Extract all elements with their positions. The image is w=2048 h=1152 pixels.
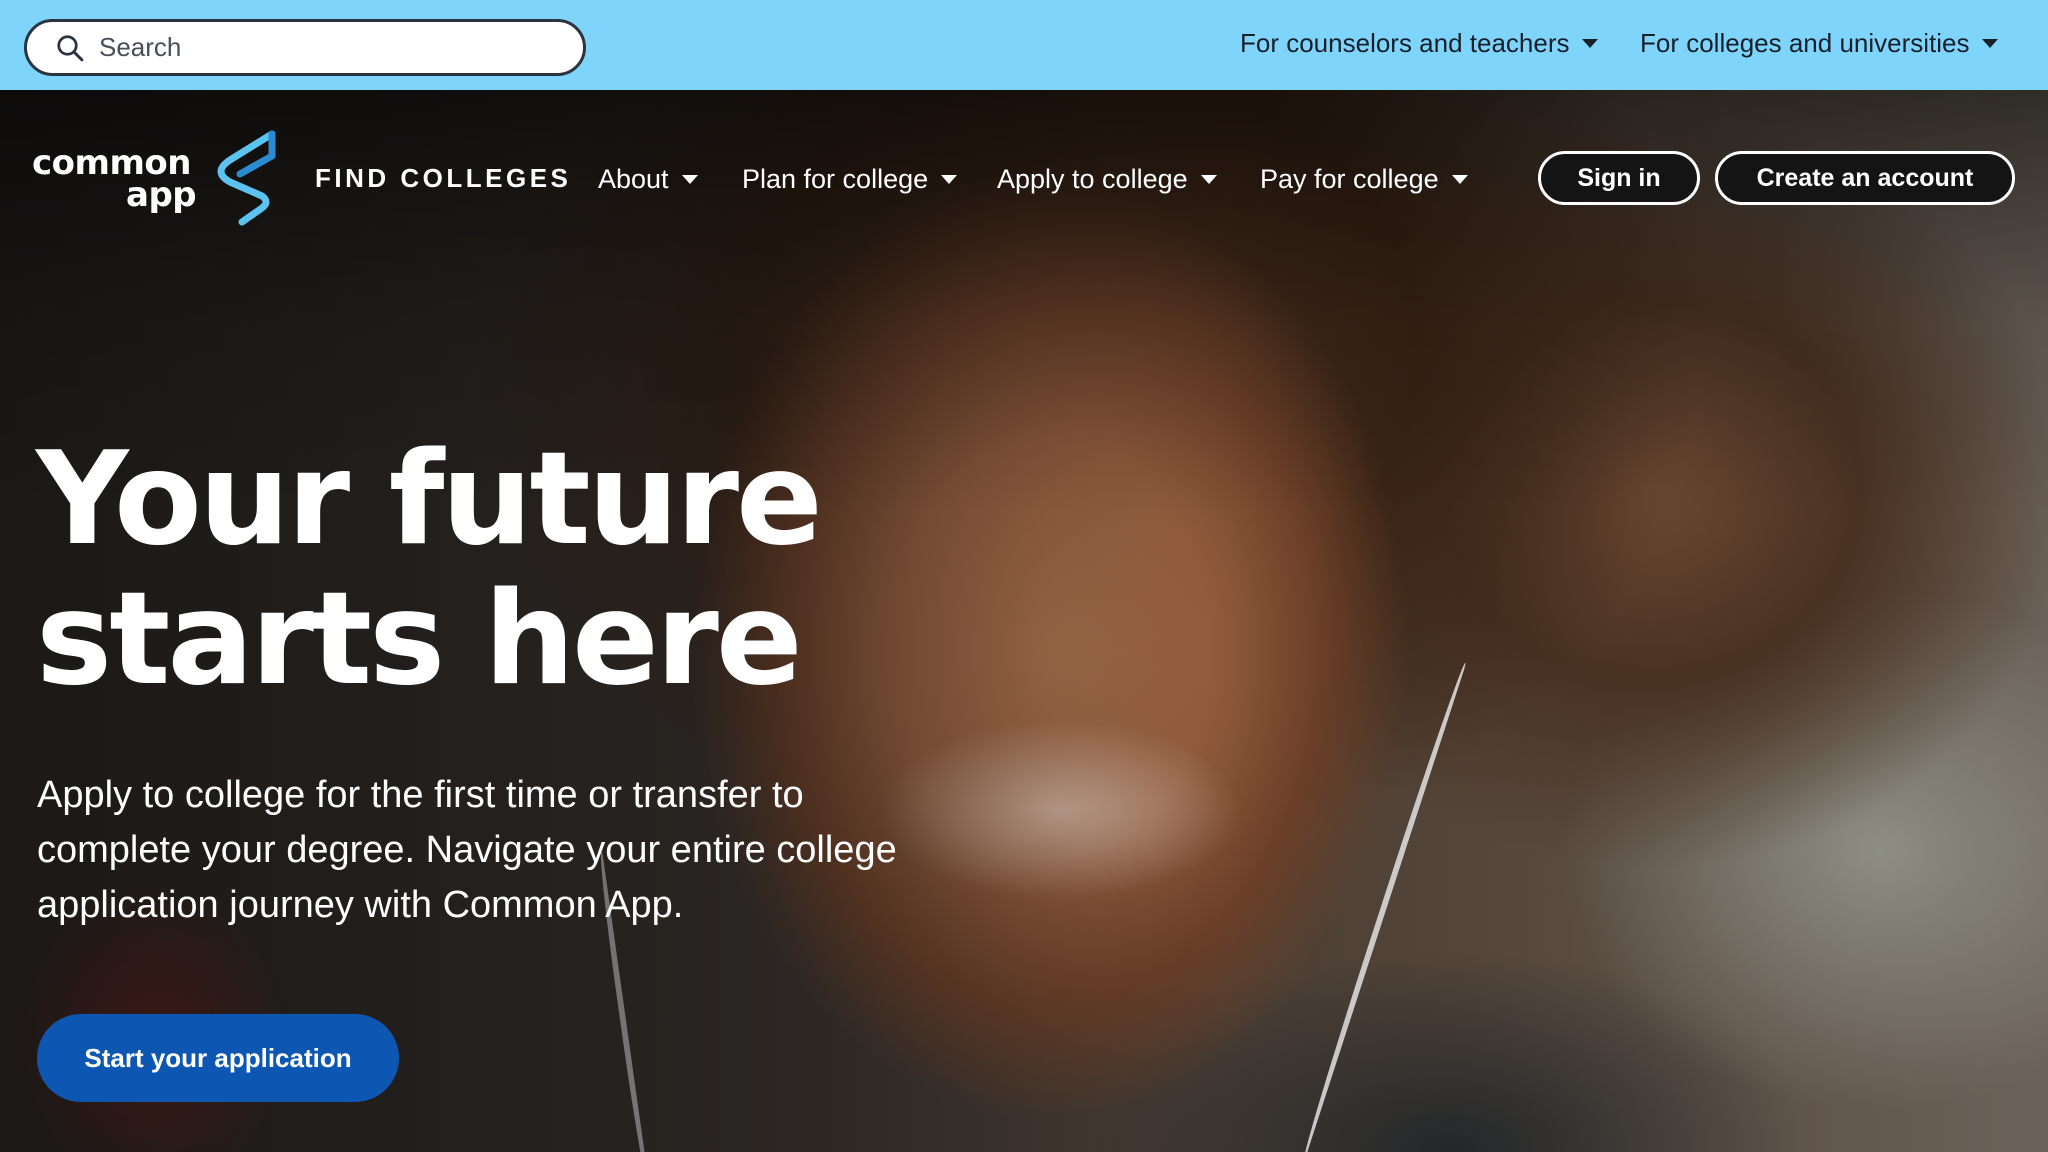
- logo-word-app: app: [126, 175, 197, 215]
- create-account-button[interactable]: Create an account: [1715, 151, 2015, 205]
- link-counselors-teachers-label: For counselors and teachers: [1240, 28, 1570, 58]
- find-colleges-link[interactable]: FIND COLLEGES: [315, 163, 571, 194]
- logo-mark-icon: [217, 130, 276, 226]
- nav-item-about[interactable]: About: [598, 164, 698, 195]
- nav-item-pay-for-college-label: Pay for college: [1260, 164, 1439, 194]
- hero-subtext: Apply to college for the first time or t…: [37, 774, 897, 926]
- sign-in-button[interactable]: Sign in: [1538, 151, 1700, 205]
- search-box[interactable]: [24, 19, 586, 76]
- link-counselors-teachers[interactable]: For counselors and teachers: [1240, 28, 1598, 59]
- hero-headline-line1: Your future: [36, 425, 823, 574]
- caret-down-icon: [1200, 175, 1217, 184]
- search-input[interactable]: [99, 32, 539, 63]
- hero-headline-line2: starts here: [36, 565, 803, 714]
- link-colleges-universities-label: For colleges and universities: [1640, 28, 1970, 58]
- nav-item-apply-to-college-label: Apply to college: [997, 164, 1188, 194]
- caret-down-icon: [941, 175, 958, 184]
- nav-item-about-label: About: [598, 164, 669, 194]
- nav-item-plan-for-college[interactable]: Plan for college: [742, 164, 958, 195]
- start-application-button[interactable]: Start your application: [37, 1014, 399, 1102]
- search-icon: [57, 34, 84, 61]
- hero-headline: Your future starts here: [36, 430, 936, 710]
- nav-item-pay-for-college[interactable]: Pay for college: [1260, 164, 1468, 195]
- utility-bar: For counselors and teachers For colleges…: [0, 0, 2048, 90]
- caret-down-icon: [1581, 39, 1598, 48]
- main-nav: common app FIND COLLEGES About Plan for …: [0, 90, 2048, 226]
- caret-down-icon: [1451, 175, 1468, 184]
- common-app-logo[interactable]: common app: [32, 130, 282, 230]
- nav-item-plan-for-college-label: Plan for college: [742, 164, 929, 194]
- caret-down-icon: [681, 175, 698, 184]
- caret-down-icon: [1981, 39, 1998, 48]
- link-colleges-universities[interactable]: For colleges and universities: [1640, 28, 1998, 59]
- nav-item-apply-to-college[interactable]: Apply to college: [997, 164, 1217, 195]
